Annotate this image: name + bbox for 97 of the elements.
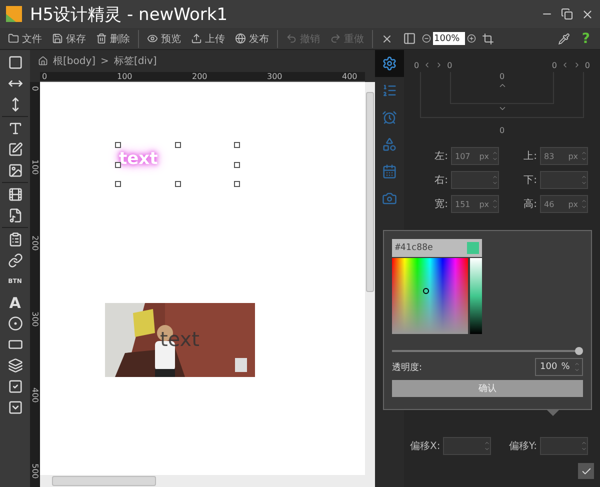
field-label: 下: [524, 174, 537, 187]
padding-bottom-value: 0 [499, 72, 505, 81]
folder-icon [8, 33, 19, 44]
shapes-icon [382, 137, 397, 152]
field-label: 高: [524, 198, 537, 211]
app-logo-icon [6, 4, 24, 24]
number-field[interactable]: 83 px [540, 147, 588, 165]
zoom-out-icon[interactable] [422, 34, 431, 43]
resize-handle[interactable] [234, 142, 240, 148]
color-swatch [467, 242, 479, 254]
checkbox[interactable] [578, 463, 594, 479]
eyedropper-icon [558, 32, 570, 44]
radio-icon [8, 316, 22, 331]
list-icon [382, 83, 397, 98]
picker-cursor[interactable] [423, 288, 429, 294]
number-field[interactable] [451, 171, 499, 189]
toolbar-button[interactable]: 删除 [92, 28, 134, 48]
camera-icon [382, 191, 397, 206]
zoom-in-icon[interactable] [467, 34, 476, 43]
breadcrumb-separator: > [100, 56, 109, 66]
settings-icon [382, 56, 397, 71]
slider-thumb[interactable] [575, 347, 583, 355]
globe-icon [235, 33, 246, 44]
zoom-field[interactable]: 100% [433, 32, 465, 45]
tool-button[interactable]: A [2, 292, 28, 313]
type-icon [8, 121, 22, 136]
dropdown-icon [8, 400, 22, 415]
link-icon [8, 253, 22, 268]
trash-icon [96, 33, 107, 44]
resize-handle[interactable] [234, 181, 240, 187]
margin-left-value: 0 [414, 60, 420, 70]
number-field[interactable] [443, 437, 492, 455]
breadcrumb-link[interactable]: 根[body] [53, 54, 96, 68]
field-label: 左: [434, 150, 448, 163]
crop-icon [482, 32, 494, 44]
number-field[interactable] [540, 171, 588, 189]
hex-field[interactable]: #41c88e [392, 239, 482, 257]
margin-right-value: 0 [584, 60, 590, 70]
number-field[interactable]: 151 px [451, 195, 499, 213]
window-title: H5设计精灵 - newWork1 [30, 4, 229, 26]
redo-icon [330, 33, 341, 44]
brightness-strip[interactable] [470, 258, 482, 334]
toolbar-button[interactable]: 发布 [231, 28, 273, 48]
horizontal-scrollbar[interactable] [40, 475, 375, 487]
restore-icon[interactable] [561, 8, 573, 20]
breadcrumb-link[interactable]: 标签[div] [114, 54, 157, 68]
help-button[interactable]: ? [576, 30, 596, 46]
resize-handle[interactable] [115, 142, 121, 148]
vertical-ruler: 0 100 200 300 400 500 [30, 82, 40, 487]
edit-icon [8, 142, 22, 157]
toolbar-button[interactable]: 保存 [48, 28, 90, 48]
number-field[interactable] [540, 437, 588, 455]
image-icon [8, 163, 22, 178]
field-label: 右: [434, 174, 448, 187]
input-icon [8, 337, 22, 352]
save-icon [52, 33, 63, 44]
field-label: 宽: [434, 198, 448, 211]
chevron-down-icon[interactable] [498, 104, 506, 113]
margin-bottom-value: 0 [499, 126, 505, 135]
side-tab[interactable] [375, 50, 404, 77]
resize-handle[interactable] [175, 181, 181, 187]
resize-handle[interactable] [234, 162, 240, 168]
color-spectrum[interactable] [392, 258, 468, 334]
number-field[interactable]: 46 px [540, 195, 588, 213]
calendar-icon [382, 164, 397, 179]
toolbar-button[interactable]: 文件 [4, 28, 46, 48]
resize-handle[interactable] [115, 162, 121, 168]
checkbox-icon [8, 379, 22, 394]
padding-left-value: 0 [447, 60, 452, 70]
toolbar-button[interactable]: 预览 [143, 28, 185, 48]
close-icon[interactable] [581, 8, 594, 20]
home-icon [38, 56, 48, 66]
resize-handle[interactable] [175, 142, 181, 148]
horizontal-ruler: 0 100 200 300 400 [40, 72, 365, 82]
layers-icon [8, 358, 22, 373]
eye-icon [147, 33, 158, 44]
check-icon [580, 466, 592, 476]
number-field[interactable]: 107 px [451, 147, 499, 165]
alarm-icon [382, 110, 397, 125]
field-label: 偏移X: [410, 440, 440, 453]
field-label: 偏移Y: [508, 440, 537, 453]
resize-handle[interactable] [115, 181, 121, 187]
close-icon [381, 32, 393, 44]
frame-icon [8, 55, 22, 70]
form-icon [8, 232, 22, 247]
opacity-field[interactable]: 100 % [535, 358, 583, 376]
opacity-label: 透明度: [392, 362, 422, 374]
chevron-up-icon[interactable] [498, 81, 506, 90]
field-label: 上: [524, 150, 537, 163]
vertical-scrollbar[interactable] [365, 82, 375, 475]
film-icon [8, 187, 22, 202]
undo-icon [286, 33, 297, 44]
upload-icon [191, 33, 202, 44]
toolbar-button[interactable]: 上传 [187, 28, 229, 48]
music-file-icon [8, 208, 22, 223]
panel-icon [403, 32, 416, 45]
padding-right-value: 0 [552, 60, 557, 70]
